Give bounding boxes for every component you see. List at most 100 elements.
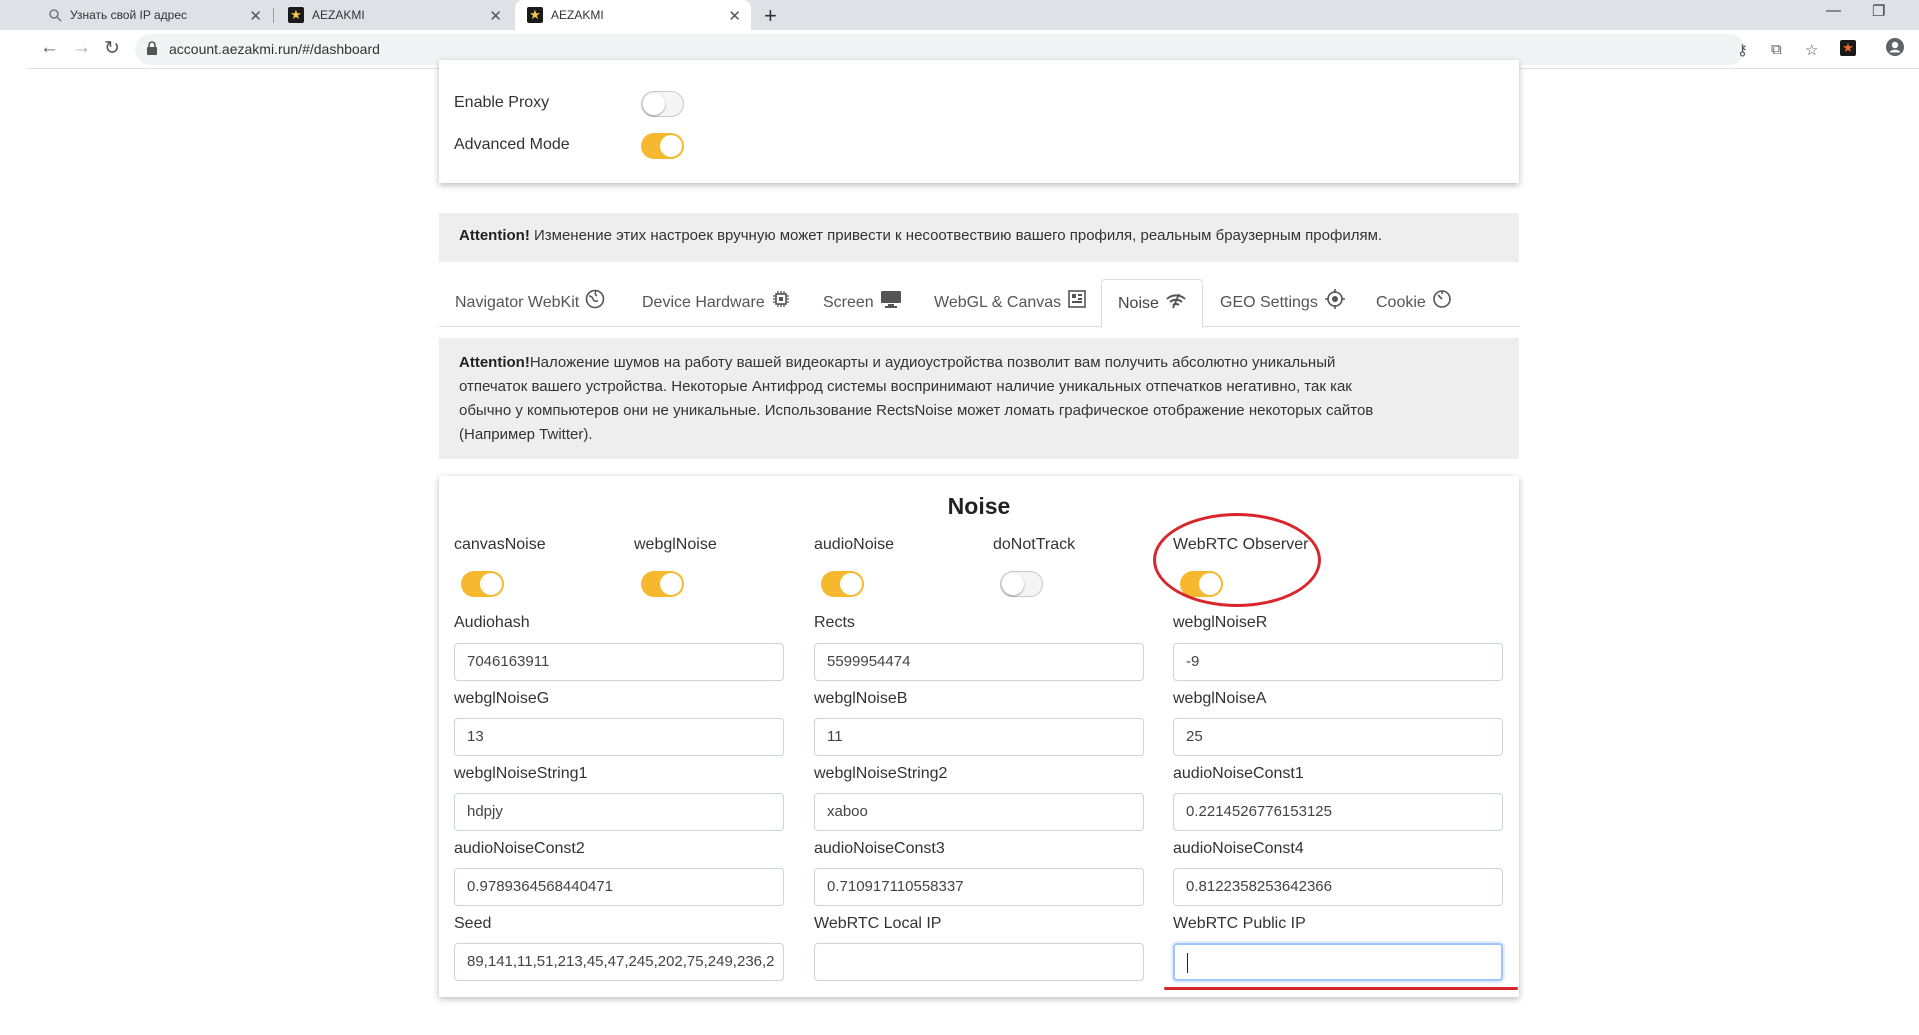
globe-icon — [585, 289, 605, 309]
webgl-noise-toggle[interactable] — [641, 571, 684, 597]
aezakmi-star-icon: ★ — [527, 7, 543, 23]
audio-noise-const2-label: audioNoiseConst2 — [454, 840, 585, 857]
tab-label: Screen — [823, 294, 874, 311]
grid-icon — [1068, 290, 1086, 308]
tab-webgl-canvas[interactable]: WebGL & Canvas — [934, 279, 1087, 327]
webgl-noise-g-input[interactable]: 13 — [454, 718, 784, 756]
webrtc-local-ip-input[interactable] — [814, 943, 1144, 981]
tab-navigator-webkit[interactable]: Navigator WebKit — [455, 279, 605, 327]
chip-icon — [772, 291, 789, 307]
webrtc-public-ip-input[interactable] — [1173, 943, 1503, 981]
tab-label: Navigator WebKit — [455, 294, 580, 311]
aezakmi-star-icon: ★ — [288, 7, 304, 23]
noise-attention-alert: Attention!Наложение шумов на работу ваше… — [439, 338, 1519, 459]
tab-label: Device Hardware — [642, 294, 765, 311]
forward-arrow-icon[interactable]: → — [72, 37, 91, 59]
seed-label: Seed — [454, 915, 492, 932]
rects-label: Rects — [814, 614, 855, 631]
tab-cookie[interactable]: Cookie — [1376, 279, 1452, 327]
signal-icon — [1166, 293, 1186, 308]
audio-noise-label: audioNoise — [814, 536, 895, 553]
timer-icon — [1433, 290, 1451, 308]
minimize-icon[interactable]: — — [1826, 2, 1841, 19]
close-icon[interactable]: ✕ — [489, 7, 502, 25]
browser-tab-strip: Узнать свой IP адрес ✕ ★ AEZAKMI ✕ ★ AEZ… — [0, 0, 1919, 30]
reload-icon[interactable]: ↻ — [104, 37, 120, 60]
attention-prefix: Attention! — [459, 354, 530, 371]
profile-settings-card — [439, 60, 1519, 183]
tab-label: Noise — [1118, 294, 1159, 312]
advanced-mode-toggle[interactable] — [641, 133, 684, 159]
audio-noise-const4-label: audioNoiseConst4 — [1173, 840, 1304, 857]
webgl-noise-string1-input[interactable]: hdpjy — [454, 793, 784, 831]
tab-label: WebGL & Canvas — [934, 294, 1062, 311]
extension-star-icon[interactable]: ★ — [1840, 39, 1856, 57]
tab-noise[interactable]: Noise — [1101, 279, 1203, 328]
do-not-track-label: doNotTrack — [993, 536, 1076, 553]
audio-noise-const1-label: audioNoiseConst1 — [1173, 765, 1304, 782]
close-icon[interactable]: ✕ — [728, 7, 741, 25]
new-tab-icon[interactable]: + — [764, 3, 777, 29]
attention-line: Наложение шумов на работу вашей видеокар… — [529, 354, 1336, 371]
audio-noise-const1-input[interactable]: 0.2214526776153125 — [1173, 793, 1503, 831]
tab-separator — [273, 8, 274, 23]
webrtc-public-ip-label: WebRTC Public IP — [1173, 915, 1306, 932]
audio-noise-const2-input[interactable]: 0.9789364568440471 — [454, 868, 784, 906]
webgl-noise-string2-input[interactable]: xaboo — [814, 793, 1144, 831]
advanced-mode-label: Advanced Mode — [454, 136, 570, 153]
tab-screen[interactable]: Screen — [823, 279, 902, 327]
tab-geo-settings[interactable]: GEO Settings — [1220, 279, 1346, 327]
annotation-ellipse — [1153, 513, 1321, 607]
bookmark-star-icon[interactable]: ☆ — [1805, 41, 1818, 59]
webgl-noise-r-input[interactable]: -9 — [1173, 643, 1503, 681]
webgl-noise-b-label: webglNoiseB — [814, 690, 908, 707]
audio-noise-const3-input[interactable]: 0.710917110558337 — [814, 868, 1144, 906]
url-text: account.aezakmi.run/#/dashboard — [169, 41, 380, 57]
annotation-underline — [1164, 987, 1518, 990]
attention-line: обычно у компьютеров они не уникальные. … — [459, 402, 1374, 419]
webgl-noise-r-label: webglNoiseR — [1173, 614, 1268, 631]
audiohash-input[interactable]: 7046163911 — [454, 643, 784, 681]
audio-noise-const3-label: audioNoiseConst3 — [814, 840, 945, 857]
do-not-track-toggle[interactable] — [1000, 571, 1043, 597]
noise-title: Noise — [947, 493, 1011, 519]
profile-avatar-icon[interactable] — [1885, 37, 1905, 62]
enable-proxy-label: Enable Proxy — [454, 94, 550, 111]
restore-icon[interactable]: ❐ — [1872, 2, 1885, 20]
attention-line: (Например Twitter). — [459, 426, 593, 443]
settings-tabs: Navigator WebKit Device Hardware Screen … — [439, 279, 1519, 328]
tab-device-hardware[interactable]: Device Hardware — [642, 279, 791, 327]
webgl-noise-string2-label: webglNoiseString2 — [814, 765, 948, 782]
canvas-noise-label: canvasNoise — [454, 536, 546, 553]
translate-icon[interactable]: ⧉ — [1771, 41, 1782, 58]
tab-label: Cookie — [1376, 294, 1426, 311]
tab-title: Узнать свой IP адрес — [70, 8, 187, 22]
attention-prefix: Attention! — [459, 227, 530, 244]
webgl-noise-a-input[interactable]: 25 — [1173, 718, 1503, 756]
webrtc-local-ip-label: WebRTC Local IP — [814, 915, 942, 932]
back-arrow-icon[interactable]: ← — [40, 37, 59, 59]
attention-text: Изменение этих настроек вручную может пр… — [529, 227, 1383, 244]
search-icon — [49, 9, 62, 22]
enable-proxy-toggle[interactable] — [641, 91, 684, 117]
seed-input[interactable]: 89,141,11,51,213,45,47,245,202,75,249,23… — [454, 943, 784, 981]
webgl-noise-g-label: webglNoiseG — [454, 690, 550, 707]
webgl-noise-b-input[interactable]: 11 — [814, 718, 1144, 756]
attention-alert: Attention! Изменение этих настроек вручн… — [439, 213, 1519, 262]
attention-line: отпечаток вашего устройства. Некоторые А… — [459, 378, 1352, 395]
browser-tab-ip[interactable]: Узнать свой IP адрес ✕ — [36, 0, 272, 30]
audiohash-label: Audiohash — [454, 614, 530, 631]
browser-tab-aezakmi-active[interactable]: ★ AEZAKMI ✕ — [515, 0, 751, 30]
text-caret — [1187, 953, 1188, 973]
key-icon[interactable]: ⚷ — [1737, 41, 1748, 59]
audio-noise-const4-input[interactable]: 0.8122358253642366 — [1173, 868, 1503, 906]
rects-input[interactable]: 5599954474 — [814, 643, 1144, 681]
monitor-icon — [880, 291, 901, 308]
tab-label: GEO Settings — [1220, 294, 1318, 311]
audio-noise-toggle[interactable] — [821, 571, 864, 597]
tab-title: AEZAKMI — [312, 8, 365, 22]
browser-tab-aezakmi[interactable]: ★ AEZAKMI ✕ — [276, 0, 512, 30]
canvas-noise-toggle[interactable] — [461, 571, 504, 597]
tab-title: AEZAKMI — [551, 8, 604, 22]
close-icon[interactable]: ✕ — [249, 7, 262, 25]
